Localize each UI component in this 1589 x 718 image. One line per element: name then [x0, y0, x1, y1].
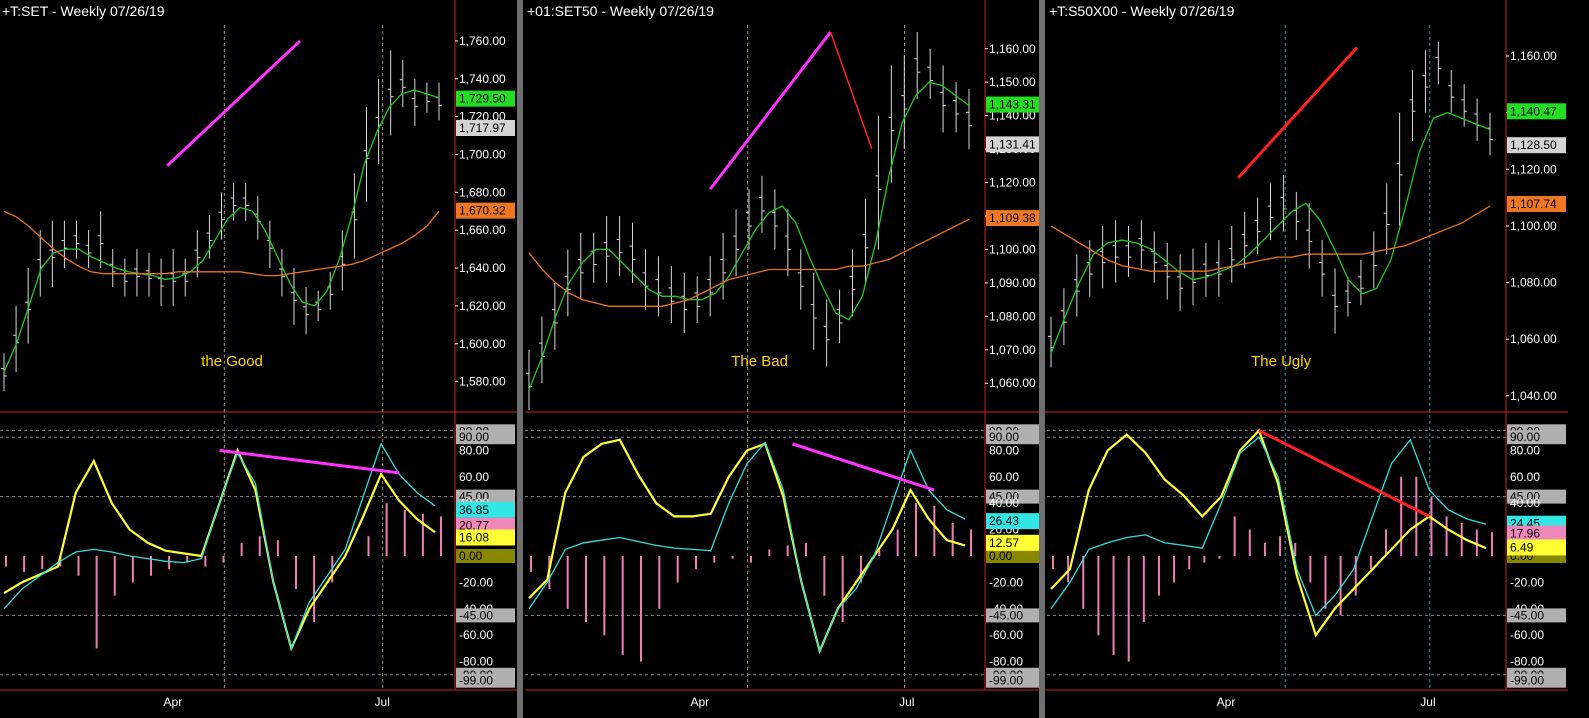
price-divergence-line	[166, 39, 302, 167]
price-tick-label: 1,580.00	[459, 375, 506, 389]
price-tick-label: 1,120.00	[1510, 162, 1557, 176]
osc-tick-label: 90.00	[459, 430, 489, 444]
osc-value-label: 16.08	[459, 531, 489, 545]
price-tick-label: 1,660.00	[459, 223, 506, 237]
cyan-oscillator-line	[528, 441, 966, 653]
osc-tick-label: -80.00	[989, 655, 1023, 669]
yellow-oscillator-line	[3, 447, 436, 652]
osc-tick-label: -60.00	[989, 628, 1023, 642]
osc-tick-label: -20.00	[459, 575, 493, 589]
chart-panel-s50x00: +T:S50X00 - Weekly 07/26/19 1,160.00 1,140…	[1039, 0, 1568, 718]
osc-value-label: 26.43	[989, 514, 1019, 528]
osc-tick-label: 90.00	[989, 430, 1019, 444]
osc-value-label: 36.85	[459, 503, 489, 517]
osc-tick-label: -99.00	[459, 674, 493, 688]
price-badge-label: 1,107.74	[1510, 197, 1557, 211]
osc-tick-label: 0.00	[989, 549, 1013, 563]
osc-tick-label: 80.00	[459, 443, 489, 457]
osc-tick-label: -45.00	[459, 608, 493, 622]
date-tick-label: Jul	[899, 695, 914, 709]
price-tick-label: 1,760.00	[459, 34, 506, 48]
panel-divider	[1039, 0, 1045, 718]
price-divergence-line	[708, 31, 832, 191]
fast-moving-average-line	[1050, 111, 1491, 354]
osc-tick-label: -80.00	[459, 655, 493, 669]
osc-tick-label: 60.00	[459, 470, 489, 484]
osc-tick-label: -99.00	[1510, 674, 1544, 688]
osc-value-label: 6.49	[1510, 540, 1534, 554]
date-tick-label: Apr	[164, 695, 183, 709]
price-tick-label: 1,070.00	[989, 343, 1036, 357]
price-tick-label: 1,640.00	[459, 261, 506, 275]
osc-tick-label: -99.00	[989, 674, 1023, 688]
price-tick-label: 1,120.00	[989, 176, 1036, 190]
chart-panel-set50: +01:SET50 - Weekly 07/26/19 1,160.00 1,150…	[517, 0, 1047, 718]
osc-tick-label: 0.00	[459, 549, 483, 563]
price-tick-label: 1,150.00	[989, 75, 1036, 89]
date-tick-label: Apr	[1217, 695, 1236, 709]
yellow-oscillator-line	[528, 438, 966, 655]
osc-tick-label: -45.00	[989, 608, 1023, 622]
osc-tick-label: 40.00	[1510, 496, 1540, 510]
osc-value-label: 17.96	[1510, 527, 1540, 541]
osc-tick-label: -60.00	[1510, 628, 1544, 642]
price-tick-label: 1,160.00	[989, 42, 1036, 56]
osc-divergence-line	[1258, 429, 1430, 518]
price-badge-label: 1,729.50	[459, 92, 506, 106]
panel-title: +01:SET50 - Weekly 07/26/19	[527, 3, 714, 19]
price-badge-label: 1,128.50	[1510, 138, 1557, 152]
date-tick-label: Jul	[1420, 695, 1435, 709]
chart-panel-set: +T:SET - Weekly 07/26/19 1,760.00 1,740.00…	[0, 0, 517, 709]
panel-caption: the Good	[201, 353, 263, 370]
price-tick-label: 1,740.00	[459, 72, 506, 86]
osc-tick-label: 60.00	[1510, 470, 1540, 484]
osc-tick-label: -60.00	[459, 628, 493, 642]
cyan-oscillator-line	[1050, 436, 1487, 617]
price-tick-label: 1,060.00	[989, 376, 1036, 390]
yellow-oscillator-line	[1050, 428, 1487, 638]
date-tick-label: Apr	[690, 695, 709, 709]
osc-tick-label: -45.00	[1510, 608, 1544, 622]
price-tick-label: 1,090.00	[989, 276, 1036, 290]
price-badge-label: 1,131.41	[989, 137, 1036, 151]
panel-caption: The Ugly	[1251, 353, 1312, 370]
osc-tick-label: -80.00	[1510, 655, 1544, 669]
price-tick-label: 1,080.00	[1510, 276, 1557, 290]
chart-canvas: +T:SET - Weekly 07/26/19 1,760.00 1,740.00…	[0, 0, 1568, 718]
price-tick-label: 1,100.00	[1510, 219, 1557, 233]
osc-divergence-line	[791, 442, 935, 492]
price-tick-label: 1,080.00	[989, 309, 1036, 323]
osc-tick-label: 90.00	[1510, 430, 1540, 444]
osc-tick-label: -20.00	[1510, 575, 1544, 589]
osc-tick-label: 80.00	[1510, 443, 1540, 457]
price-tick-label: 1,160.00	[1510, 49, 1557, 63]
price-badge-label: 1,140.47	[1510, 104, 1557, 118]
price-tick-label: 1,060.00	[1510, 332, 1557, 346]
price-badge-label: 1,670.32	[459, 204, 506, 218]
panel-caption: The Bad	[731, 353, 788, 370]
osc-tick-label: 80.00	[989, 443, 1019, 457]
price-badge-label: 1,143.31	[989, 98, 1036, 112]
price-tick-label: 1,100.00	[989, 242, 1036, 256]
price-tick-label: 1,600.00	[459, 337, 506, 351]
cyan-oscillator-line	[3, 442, 436, 651]
price-tick-label: 1,620.00	[459, 299, 506, 313]
osc-tick-label: -20.00	[989, 575, 1023, 589]
price-tick-label: 1,040.00	[1510, 389, 1557, 403]
panel-title: +T:S50X00 - Weekly 07/26/19	[1049, 3, 1235, 19]
date-tick-label: Jul	[375, 695, 390, 709]
price-badge-label: 1,717.97	[459, 121, 506, 135]
osc-tick-label: 60.00	[989, 470, 1019, 484]
panel-title: +T:SET - Weekly 07/26/19	[2, 3, 165, 19]
price-down-line	[829, 31, 873, 150]
osc-tick-label: 40.00	[989, 496, 1019, 510]
price-tick-label: 1,700.00	[459, 147, 506, 161]
price-divergence-line	[1237, 46, 1359, 179]
osc-value-label: 12.57	[989, 536, 1019, 550]
price-tick-label: 1,680.00	[459, 185, 506, 199]
price-badge-label: 1,109.38	[989, 211, 1036, 225]
panel-divider	[517, 0, 523, 718]
